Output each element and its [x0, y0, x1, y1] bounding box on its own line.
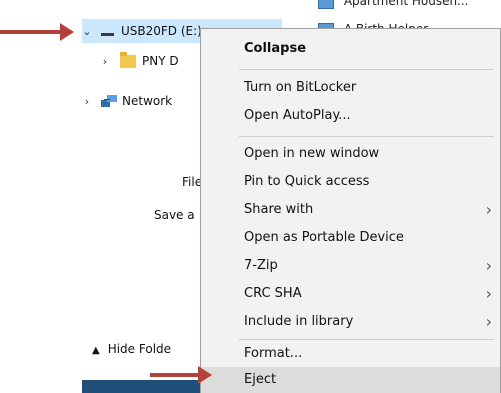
usb-drive-icon [100, 25, 115, 37]
menu-item-label: Open in new window [244, 146, 380, 161]
menu-separator [239, 339, 494, 340]
chevron-right-icon: › [485, 284, 492, 303]
pny-folder-label: PNY D [142, 54, 179, 68]
context-menu: Collapse Turn on BitLocker Open AutoPlay… [200, 28, 501, 393]
menu-item-eject[interactable]: Eject [201, 367, 500, 393]
menu-item-label: Include in library [244, 314, 354, 329]
document-icon [318, 0, 334, 9]
menu-item-pin-to-quick-access[interactable]: Pin to Quick access [201, 169, 500, 195]
annotation-arrow-icon [0, 23, 74, 41]
chevron-right-icon[interactable]: › [100, 55, 110, 68]
file-list-item[interactable]: Apartment Househ... [318, 0, 469, 9]
folder-icon [120, 51, 136, 68]
hide-folders-button[interactable]: ▲ Hide Folde [92, 342, 171, 356]
chevron-down-icon[interactable]: ⌄ [82, 25, 92, 38]
menu-item-open-in-new-window[interactable]: Open in new window [201, 141, 500, 167]
file-name: Apartment Househ... [343, 0, 469, 8]
screenshot-stage: Apartment Househ... A Birth Helper... ⌄ … [0, 0, 501, 393]
network-label: Network [122, 94, 173, 108]
menu-item-include-in-library[interactable]: Include in library › [201, 309, 500, 335]
hide-folders-label: Hide Folde [107, 342, 172, 356]
menu-item-label: Open as Portable Device [244, 230, 404, 245]
menu-item-label: Open AutoPlay... [244, 108, 351, 123]
menu-item-share-with[interactable]: Share with › [201, 197, 500, 223]
chevron-right-icon: › [485, 200, 492, 219]
usb-drive-label: USB20FD (E:) [121, 24, 202, 38]
menu-item-crc-sha[interactable]: CRC SHA › [201, 281, 500, 307]
network-icon [100, 94, 118, 108]
menu-item-label: Eject [244, 372, 277, 387]
chevron-right-icon[interactable]: › [82, 95, 92, 108]
menu-item-format[interactable]: Format... [201, 341, 500, 367]
menu-item-open-autoplay[interactable]: Open AutoPlay... [201, 103, 500, 129]
menu-item-collapse[interactable]: Collapse [201, 36, 500, 62]
menu-item-label: Collapse [244, 41, 307, 56]
menu-item-label: CRC SHA [244, 286, 302, 301]
menu-item-label: Pin to Quick access [244, 174, 370, 189]
save-as-label: Save a [154, 208, 195, 222]
menu-item-turn-on-bitlocker[interactable]: Turn on BitLocker [201, 75, 500, 101]
menu-item-label: Share with [244, 202, 314, 217]
menu-separator [239, 69, 494, 70]
menu-separator [239, 136, 494, 137]
chevron-right-icon: › [485, 312, 492, 331]
menu-item-open-as-portable-device[interactable]: Open as Portable Device [201, 225, 500, 251]
menu-item-label: Format... [244, 346, 303, 361]
menu-item-label: Turn on BitLocker [244, 80, 357, 95]
taskbar-strip [82, 380, 212, 393]
menu-item-label: 7-Zip [244, 258, 278, 273]
chevron-up-icon: ▲ [92, 345, 100, 356]
annotation-arrow-icon [150, 366, 212, 384]
chevron-right-icon: › [485, 256, 492, 275]
menu-item-7zip[interactable]: 7-Zip › [201, 253, 500, 279]
